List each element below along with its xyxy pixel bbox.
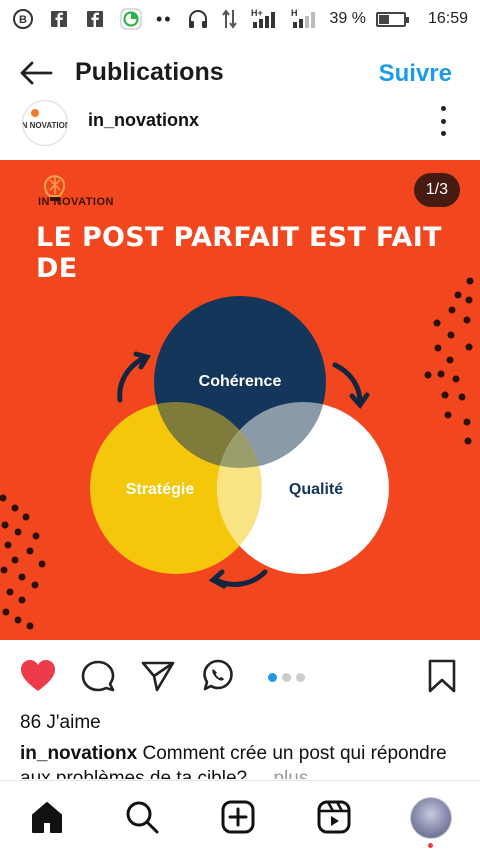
notification-dot xyxy=(428,843,433,848)
signal-icon: H xyxy=(291,8,319,30)
carousel-dot xyxy=(296,673,305,682)
whatsapp-icon xyxy=(203,659,233,691)
venn-diagram: Cohérence Stratégie Qualité xyxy=(0,277,474,630)
post-image[interactable]: IN NOVATION LE POST PARFAIT EST FAIT DE … xyxy=(0,160,480,640)
battery-percent: 39 % xyxy=(329,10,366,27)
caption-more-link[interactable]: ... plus xyxy=(252,768,308,779)
post-header: IN NOVATION in_novationx xyxy=(0,98,480,150)
more-notifications-icon: •• xyxy=(156,8,173,29)
heart-icon xyxy=(21,660,55,691)
facebook-icon xyxy=(84,8,106,30)
svg-text:H+: H+ xyxy=(251,8,263,18)
decorative-dots xyxy=(424,277,474,445)
nav-search[interactable] xyxy=(122,797,162,837)
facebook-icon xyxy=(48,8,70,30)
dot xyxy=(440,131,446,136)
label-qualite: Qualité xyxy=(289,481,343,498)
comment-button[interactable] xyxy=(78,656,118,696)
headphones-icon xyxy=(187,8,209,30)
caption-username[interactable]: in_novationx xyxy=(20,743,137,764)
comment-icon xyxy=(81,660,115,692)
share-button[interactable] xyxy=(138,656,178,696)
dot xyxy=(440,106,446,111)
arrow-left-icon xyxy=(20,61,53,85)
svg-text:H: H xyxy=(291,8,298,18)
dot xyxy=(440,118,446,124)
post-caption: in_novationx Comment crée un post qui ré… xyxy=(20,741,460,779)
label-coherence: Cohérence xyxy=(199,373,282,390)
home-icon xyxy=(32,802,62,833)
author-avatar[interactable]: IN NOVATION xyxy=(22,100,68,146)
follow-button[interactable]: Suivre xyxy=(379,60,452,88)
label-strategie: Stratégie xyxy=(126,481,195,498)
bookmark-icon xyxy=(428,659,456,693)
svg-text:B: B xyxy=(19,14,27,26)
like-button[interactable] xyxy=(18,656,58,696)
whatsapp-button[interactable] xyxy=(198,656,238,696)
carousel-dot xyxy=(268,673,277,682)
svg-text:IN NOVATION: IN NOVATION xyxy=(23,121,67,130)
post-actions xyxy=(0,652,480,702)
send-icon xyxy=(141,661,175,692)
data-saver-icon xyxy=(120,8,142,30)
app-header: Publications Suivre xyxy=(0,46,480,100)
search-icon xyxy=(126,801,159,834)
back-button[interactable] xyxy=(18,56,54,90)
battery-icon xyxy=(375,11,409,27)
clock: 16:59 xyxy=(427,10,468,27)
data-transfer-icon xyxy=(219,8,241,30)
nav-home[interactable] xyxy=(27,797,67,837)
page-title: Publications xyxy=(75,58,224,86)
nav-create[interactable] xyxy=(218,797,258,837)
more-options-button[interactable] xyxy=(436,106,450,136)
status-bar: B •• H+ H 39 % 16:59 xyxy=(0,0,480,38)
decorative-dots xyxy=(0,494,46,630)
likes-count[interactable]: 86 J'aime xyxy=(20,712,101,734)
save-button[interactable] xyxy=(422,656,462,696)
add-post-icon xyxy=(221,800,255,834)
carousel-dot xyxy=(282,673,291,682)
carousel-indicator xyxy=(268,673,305,682)
author-username[interactable]: in_novationx xyxy=(88,110,199,131)
nav-profile-avatar[interactable] xyxy=(410,797,452,839)
nav-reels[interactable] xyxy=(314,797,354,837)
bottom-nav xyxy=(0,780,480,854)
signal-icon: H+ xyxy=(251,8,281,30)
b-circle-icon: B xyxy=(12,8,34,30)
reels-icon xyxy=(317,800,351,834)
